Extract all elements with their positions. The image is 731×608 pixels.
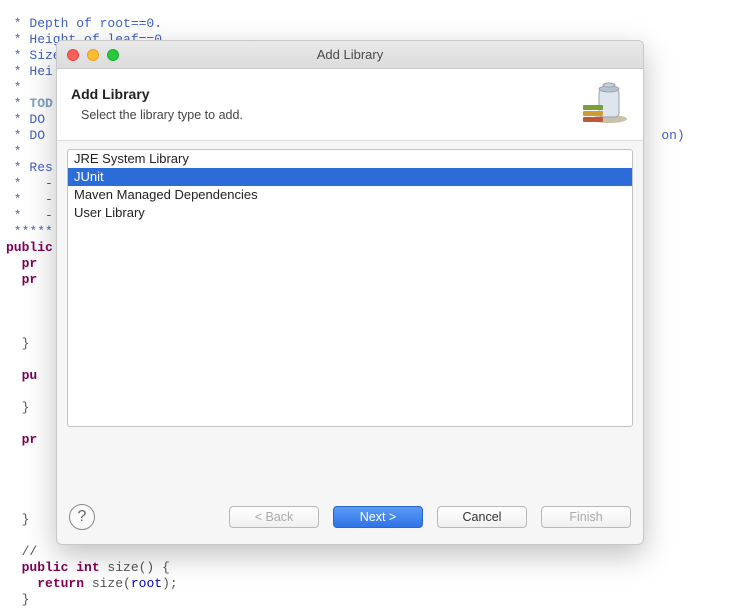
add-library-dialog: Add Library Add Library Select the libra… — [56, 40, 644, 545]
next-button[interactable]: Next > — [333, 506, 423, 528]
button-bar: ? < Back Next > Cancel Finish — [57, 494, 643, 544]
titlebar[interactable]: Add Library — [57, 41, 643, 69]
window-controls — [67, 49, 119, 61]
close-icon[interactable] — [67, 49, 79, 61]
dialog-heading: Add Library — [71, 86, 563, 102]
back-button[interactable]: < Back — [229, 506, 319, 528]
header-text: Add Library Select the library type to a… — [71, 86, 563, 122]
list-item[interactable]: JUnit — [68, 168, 632, 186]
dialog-header: Add Library Select the library type to a… — [57, 69, 643, 141]
list-item[interactable]: JRE System Library — [68, 150, 632, 168]
dialog-subtitle: Select the library type to add. — [71, 108, 563, 122]
finish-button[interactable]: Finish — [541, 506, 631, 528]
maximize-icon[interactable] — [107, 49, 119, 61]
list-item[interactable]: Maven Managed Dependencies — [68, 186, 632, 204]
library-type-list[interactable]: JRE System Library JUnit Maven Managed D… — [67, 149, 633, 427]
library-jar-icon — [575, 77, 629, 130]
cancel-button[interactable]: Cancel — [437, 506, 527, 528]
dialog-content: JRE System Library JUnit Maven Managed D… — [57, 141, 643, 494]
window-title: Add Library — [57, 47, 643, 62]
help-icon: ? — [78, 508, 87, 526]
help-button[interactable]: ? — [69, 504, 95, 530]
minimize-icon[interactable] — [87, 49, 99, 61]
list-item[interactable]: User Library — [68, 204, 632, 222]
